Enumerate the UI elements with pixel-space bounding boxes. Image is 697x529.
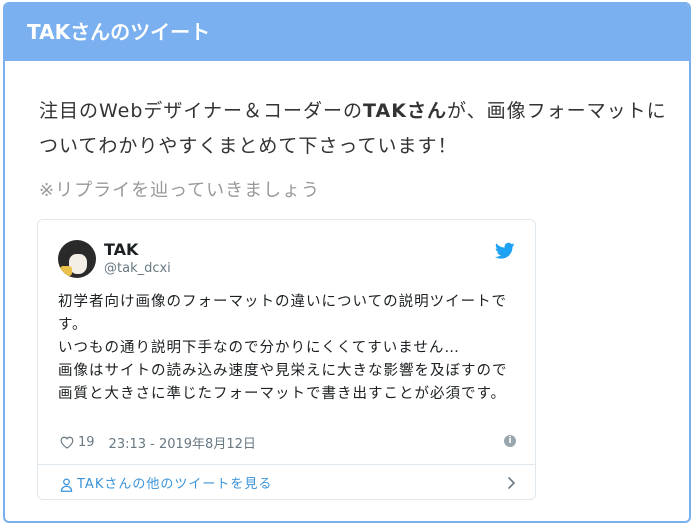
person-icon xyxy=(60,477,73,492)
chevron-right-icon[interactable] xyxy=(507,476,516,490)
more-tweets-label: TAKさんの他のツイートを見る xyxy=(77,477,273,492)
divider xyxy=(38,464,535,465)
intro-bold-name: TAKさん xyxy=(363,100,447,122)
intro-text: 注目のWebデザイナー＆コーダーのTAKさんが、画像フォーマットについてわかりや… xyxy=(39,94,679,164)
tweet-text: 初学者向け画像のフォーマットの違いについての説明ツイートです。 いつもの通り説明… xyxy=(58,291,520,406)
like-count[interactable]: 19 xyxy=(78,435,95,450)
tweet-text-line: いつもの通り説明下手なので分かりにくくてすいません… xyxy=(58,340,460,356)
reply-hint: ※リプライを辿っていきましょう xyxy=(39,180,321,201)
embed-card: TAKさんのツイート 注目のWebデザイナー＆コーダーのTAKさんが、画像フォー… xyxy=(3,2,691,523)
avatar[interactable] xyxy=(58,240,96,278)
tweet-text-line: 画像はサイトの読み込み速度や見栄えに大きな影響を及ぼすので画質と大きさに準じたフ… xyxy=(58,363,508,402)
tweet-datetime[interactable]: 23:13 - 2019年8月12日 xyxy=(109,437,256,452)
intro-part1: 注目のWebデザイナー＆コーダーの xyxy=(39,100,364,122)
tweet-author-handle[interactable]: @tak_dcxi xyxy=(104,261,171,276)
tweet-author-name[interactable]: TAK xyxy=(104,240,138,259)
heart-icon[interactable] xyxy=(60,436,74,449)
info-icon[interactable]: i xyxy=(504,435,516,447)
twitter-bird-icon[interactable] xyxy=(495,242,515,260)
more-tweets-link[interactable]: TAKさんの他のツイートを見る xyxy=(60,473,516,495)
tweet-text-line: 初学者向け画像のフォーマットの違いについての説明ツイートです。 xyxy=(58,294,508,333)
card-header: TAKさんのツイート xyxy=(5,4,689,61)
tweet-meta: 19 23:13 - 2019年8月12日 i xyxy=(60,433,516,453)
embedded-tweet[interactable]: TAK @tak_dcxi 初学者向け画像のフォーマットの違いについての説明ツイ… xyxy=(37,219,536,500)
avatar-accent xyxy=(60,266,72,276)
